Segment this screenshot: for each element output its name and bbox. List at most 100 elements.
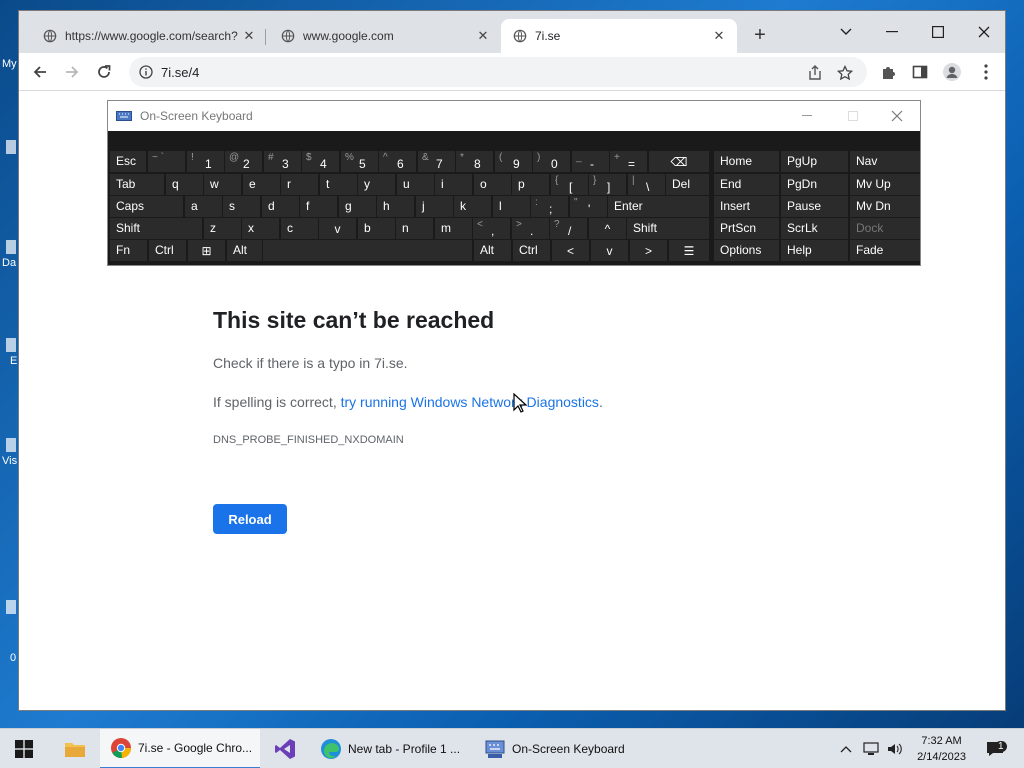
osk-key-mv-up[interactable]: Mv Up — [850, 174, 920, 195]
info-icon[interactable] — [139, 65, 153, 79]
osk-key-arrow-left-icon[interactable]: < — [552, 240, 589, 261]
osk-key-[[interactable]: {[ — [551, 174, 588, 195]
minimize-button[interactable] — [869, 17, 915, 47]
desktop-icon-label[interactable]: 0 — [10, 652, 16, 664]
osk-key-~ `[interactable]: ~ ` — [148, 151, 185, 172]
osk-key-/[interactable]: ? / — [550, 218, 587, 239]
close-window-button[interactable] — [961, 17, 1005, 47]
osk-key-j[interactable]: j — [416, 196, 453, 217]
osk-key-\[interactable]: | \ — [628, 174, 665, 195]
osk-key-pause[interactable]: Pause — [781, 196, 848, 217]
osk-titlebar[interactable]: On-Screen Keyboard — [108, 101, 920, 131]
osk-key-8[interactable]: * 8 — [456, 151, 493, 172]
osk-key-m[interactable]: m — [435, 218, 472, 239]
osk-key-t[interactable]: t — [320, 174, 357, 195]
tab-google-search[interactable]: https://www.google.com/search? ✕ — [31, 19, 267, 53]
osk-key-z[interactable]: z — [204, 218, 241, 239]
tab-7i-se[interactable]: 7i.se ✕ — [501, 19, 737, 53]
desktop-icon[interactable] — [6, 600, 16, 614]
osk-key-k[interactable]: k — [454, 196, 491, 217]
reload-button[interactable]: Reload — [213, 504, 287, 534]
star-icon[interactable] — [835, 63, 855, 83]
osk-key-space[interactable] — [263, 240, 472, 261]
osk-key-;[interactable]: :; — [531, 196, 568, 217]
osk-key-arrow-down-icon[interactable]: v — [319, 218, 356, 239]
new-tab-button[interactable]: + — [749, 25, 771, 47]
desktop-icon[interactable] — [6, 438, 16, 452]
osk-key-0[interactable]: ) 0 — [533, 151, 570, 172]
osk-minimize-button[interactable] — [792, 107, 822, 125]
osk-key-u[interactable]: u — [397, 174, 434, 195]
diagnostics-link[interactable]: try running Windows Network Diagnostics — [341, 394, 599, 410]
osk-key-prtscn[interactable]: PrtScn — [714, 218, 779, 239]
osk-key-backspace-icon[interactable]: ⌫ — [649, 151, 709, 172]
address-bar[interactable]: 7i.se/4 — [129, 57, 867, 87]
menu-button[interactable] — [973, 59, 999, 85]
osk-key-shift[interactable]: Shift — [627, 218, 709, 239]
osk-key-b[interactable]: b — [358, 218, 395, 239]
osk-maximize-button[interactable] — [838, 107, 868, 125]
tab-search-button[interactable] — [823, 17, 869, 47]
osk-key-][interactable]: }] — [589, 174, 626, 195]
osk-key-,[interactable]: <, — [473, 218, 510, 239]
reload-toolbar-button[interactable] — [91, 59, 117, 85]
osk-key-f[interactable]: f — [300, 196, 337, 217]
osk-key-fn[interactable]: Fn — [110, 240, 147, 261]
notification-center-button[interactable]: 1 — [980, 729, 1010, 768]
desktop-icon-label[interactable]: My — [2, 58, 17, 70]
desktop-icon[interactable] — [6, 140, 16, 154]
osk-key-6[interactable]: ^ 6 — [379, 151, 416, 172]
share-icon[interactable] — [805, 63, 825, 83]
osk-key-5[interactable]: % 5 — [341, 151, 378, 172]
osk-key-7[interactable]: & 7 — [418, 151, 455, 172]
back-button[interactable] — [27, 59, 53, 85]
osk-key-q[interactable]: q — [166, 174, 203, 195]
volume-tray-button[interactable] — [884, 729, 906, 768]
osk-key-g[interactable]: g — [339, 196, 376, 217]
osk-key-tab[interactable]: Tab — [110, 174, 164, 195]
desktop-icon[interactable] — [6, 338, 16, 352]
osk-key-'[interactable]: " ' — [570, 196, 607, 217]
osk-key-end[interactable]: End — [714, 174, 779, 195]
osk-key-=[interactable]: + = — [610, 151, 647, 172]
taskbar-item-visual-studio[interactable] — [262, 729, 308, 768]
osk-key-menu-icon[interactable]: ☰ — [669, 240, 709, 261]
osk-key-caps[interactable]: Caps — [110, 196, 183, 217]
osk-key-e[interactable]: e — [243, 174, 280, 195]
close-icon[interactable]: ✕ — [475, 28, 491, 44]
osk-key-c[interactable]: c — [281, 218, 318, 239]
side-panel-button[interactable] — [907, 59, 933, 85]
osk-key-del[interactable]: Del — [666, 174, 709, 195]
osk-key-3[interactable]: #3 — [264, 151, 301, 172]
osk-key-n[interactable]: n — [396, 218, 433, 239]
osk-key-ctrl[interactable]: Ctrl — [513, 240, 550, 261]
osk-key-x[interactable]: x — [242, 218, 279, 239]
osk-key-arrow-up-icon[interactable]: ^ — [589, 218, 626, 239]
close-icon[interactable]: ✕ — [241, 28, 257, 44]
osk-key-fade[interactable]: Fade — [850, 240, 920, 261]
osk-key-d[interactable]: d — [262, 196, 299, 217]
desktop-icon[interactable] — [6, 240, 16, 254]
osk-key-w[interactable]: w — [204, 174, 241, 195]
osk-close-button[interactable] — [882, 107, 912, 125]
osk-key-enter[interactable]: Enter — [608, 196, 709, 217]
osk-key-4[interactable]: $4 — [302, 151, 339, 172]
osk-key-pgdn[interactable]: PgDn — [781, 174, 848, 195]
extensions-button[interactable] — [875, 59, 901, 85]
osk-key-mv-dn[interactable]: Mv Dn — [850, 196, 920, 217]
osk-key-dock[interactable]: Dock — [850, 218, 920, 239]
osk-key-arrow-down-icon[interactable]: v — [591, 240, 628, 261]
address-text[interactable]: 7i.se/4 — [161, 65, 199, 80]
osk-key-r[interactable]: r — [281, 174, 318, 195]
osk-key-alt[interactable]: Alt — [227, 240, 262, 261]
show-hidden-icons-button[interactable] — [836, 729, 856, 768]
desktop-icon-label[interactable]: E — [10, 355, 17, 367]
profile-button[interactable] — [939, 59, 965, 85]
start-button[interactable] — [0, 729, 48, 768]
osk-key-alt[interactable]: Alt — [474, 240, 511, 261]
osk-key-scrlk[interactable]: ScrLk — [781, 218, 848, 239]
desktop-icon-label[interactable]: Da — [2, 257, 16, 269]
osk-key-nav[interactable]: Nav — [850, 151, 920, 172]
osk-key-esc[interactable]: Esc — [110, 151, 146, 172]
file-explorer-button[interactable] — [52, 729, 98, 768]
